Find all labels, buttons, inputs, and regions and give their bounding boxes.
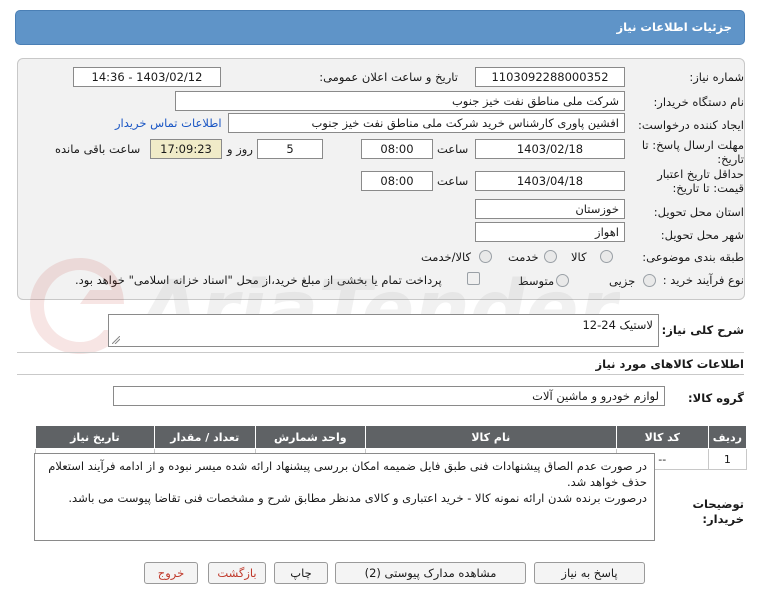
goods-section-title: اطلاعات کالاهای مورد نیاز	[595, 357, 744, 371]
reply-to-need-button[interactable]: پاسخ به نیاز	[534, 562, 645, 584]
col-row-header: ردیف	[707, 425, 748, 449]
col-date-header: تاریخ نیاز	[35, 425, 155, 449]
need-number-field: 1103092288000352	[475, 67, 625, 87]
process-minor-radio[interactable]	[643, 274, 656, 287]
treasury-payment-note: پرداخت تمام یا بخشی از مبلغ خرید،از محل …	[75, 273, 442, 287]
category-both-radio[interactable]	[479, 250, 492, 263]
days-remaining-field: 5	[257, 139, 323, 159]
summary-text: لاستیک 24-12	[582, 318, 653, 332]
buyer-notes-label: توضیحات	[692, 497, 745, 511]
process-medium-radio[interactable]	[556, 274, 569, 287]
buyer-field: شرکت ملی مناطق نفت خیز جنوب	[175, 91, 625, 111]
validity-time-label: ساعت	[437, 174, 469, 188]
province-label: استان محل تحویل:	[653, 205, 744, 219]
page-title: جزئیات اطلاعات نیاز	[616, 20, 732, 34]
goods-group-label: گروه کالا:	[688, 391, 744, 405]
col-code-header: کد کالا	[615, 425, 709, 449]
divider	[17, 352, 744, 353]
deadline-label: مهلت ارسال پاسخ: تا	[641, 138, 744, 152]
category-goods-radio[interactable]	[600, 250, 613, 263]
col-unit-header: واحد شمارش	[254, 425, 366, 449]
deadline-label-line2: تاریخ:	[717, 152, 744, 166]
deadline-time-label: ساعت	[437, 142, 469, 156]
goods-table-header: ردیف کد کالا نام کالا واحد شمارش تعداد /…	[35, 425, 748, 449]
announce-datetime-field: 1403/02/12 - 14:36	[73, 67, 221, 87]
header-bar: جزئیات اطلاعات نیاز	[15, 10, 745, 45]
category-service-label: خدمت	[508, 250, 539, 264]
city-label: شهر محل تحویل:	[660, 228, 744, 242]
city-field: اهواز	[475, 222, 625, 242]
creator-field: افشین پاوری کارشناس خرید شرکت ملی مناطق …	[228, 113, 625, 133]
print-button[interactable]: چاپ	[274, 562, 328, 584]
col-name-header: نام کالا	[364, 425, 617, 449]
divider	[17, 374, 744, 375]
announce-datetime-label: تاریخ و ساعت اعلان عمومی:	[319, 70, 458, 84]
remaining-time-label: ساعت باقی مانده	[55, 142, 141, 156]
treasury-payment-checkbox[interactable]	[467, 272, 480, 285]
category-service-radio[interactable]	[544, 250, 557, 263]
buyer-notes-box[interactable]: در صورت عدم الصاق پیشنهادات فنی طبق فایل…	[34, 453, 655, 541]
validity-date-field: 1403/04/18	[475, 171, 625, 191]
validity-time-field: 08:00	[361, 171, 433, 191]
need-number-label: شماره نیاز:	[689, 70, 744, 84]
validity-label: حداقل تاریخ اعتبار	[657, 167, 744, 181]
deadline-time-field: 08:00	[361, 139, 433, 159]
validity-label-line2: قیمت: تا تاریخ:	[672, 181, 744, 195]
deadline-date-field: 1403/02/18	[475, 139, 625, 159]
view-attachments-button[interactable]: مشاهده مدارک پیوستی (2)	[335, 562, 526, 584]
summary-label: شرح کلی نیاز:	[661, 323, 744, 337]
process-type-label: نوع فرآیند خرید :	[662, 273, 744, 287]
row-number-cell: 1	[707, 448, 748, 470]
category-goods-label: کالا	[571, 250, 587, 264]
buyer-contact-link[interactable]: اطلاعات تماس خریدار	[115, 116, 222, 130]
back-button[interactable]: بازگشت	[208, 562, 266, 584]
goods-group-field: لوازم خودرو و ماشین آلات	[113, 386, 665, 406]
category-both-label: کالا/خدمت	[421, 250, 472, 264]
buyer-notes-label-line2: خریدار:	[702, 512, 744, 526]
days-label: روز و	[227, 142, 253, 156]
exit-button[interactable]: خروج	[144, 562, 198, 584]
col-qty-header: تعداد / مقدار	[153, 425, 256, 449]
category-label: طبقه بندی موضوعی:	[642, 250, 744, 264]
remaining-time-field: 17:09:23	[150, 139, 222, 159]
process-minor-label: جزیی	[609, 274, 636, 288]
resize-grip-icon	[112, 336, 120, 344]
province-field: خوزستان	[475, 199, 625, 219]
summary-textarea[interactable]: لاستیک 24-12	[108, 314, 659, 347]
buyer-label: نام دستگاه خریدار:	[653, 95, 744, 109]
creator-label: ایجاد کننده درخواست:	[638, 118, 744, 132]
buyer-notes-text: در صورت عدم الصاق پیشنهادات فنی طبق فایل…	[48, 459, 647, 505]
process-medium-label: متوسط	[518, 274, 555, 288]
